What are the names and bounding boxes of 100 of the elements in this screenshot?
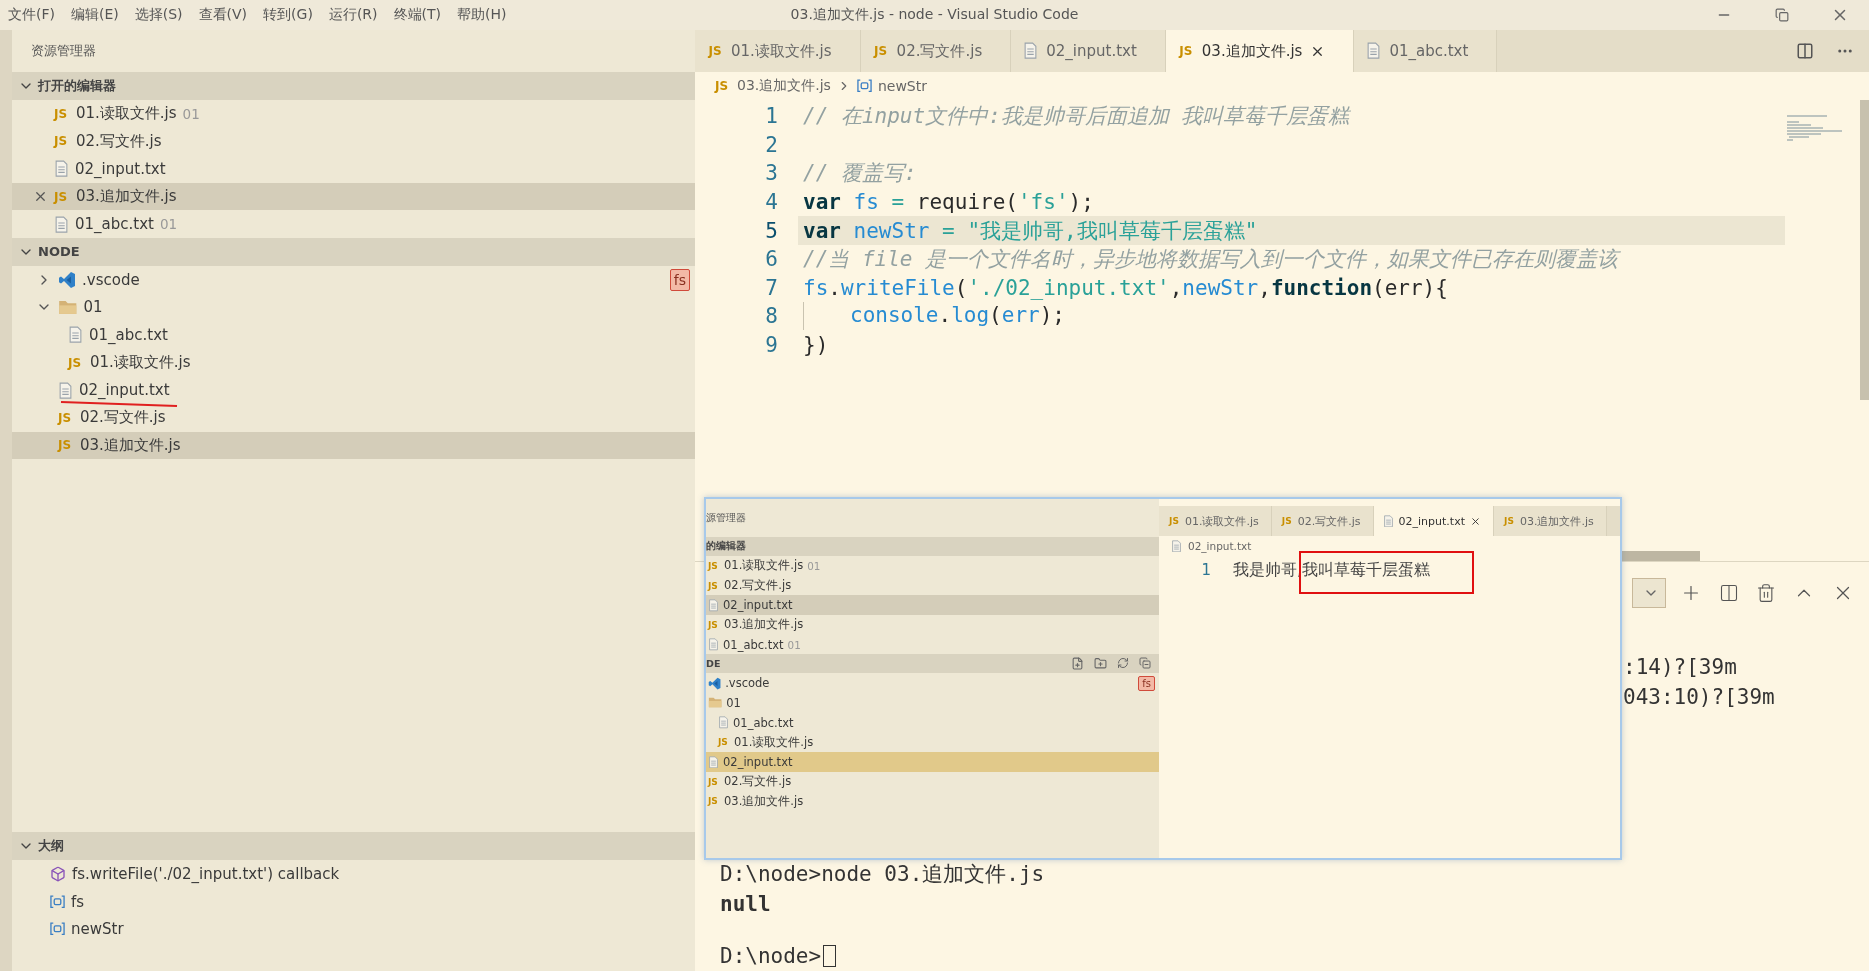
open-editor-item[interactable]: JS 01.读取文件.js 01 — [706, 556, 1159, 576]
cube-icon — [50, 866, 66, 882]
js-file-icon: JS — [1168, 516, 1180, 526]
refresh-icon[interactable] — [1117, 657, 1129, 670]
breadcrumb-item[interactable]: 02_input.txt — [1171, 539, 1252, 553]
collapse-icon[interactable] — [1139, 657, 1151, 670]
menu-item[interactable]: 终端(T) — [385, 0, 449, 30]
variable-icon — [856, 79, 872, 93]
line-number: 9 — [764, 333, 778, 358]
file-tree-item[interactable]: JS 03.追加文件.js — [12, 431, 695, 460]
js-file-icon: JS — [58, 438, 74, 453]
editor-tab[interactable]: JS 02.写文件.js — [1271, 506, 1374, 536]
outline-item[interactable]: fs.writeFile('./02_input.txt') callback — [12, 860, 695, 888]
file-tree-item[interactable]: JS 01.读取文件.js — [12, 348, 695, 377]
vscode-icon — [58, 270, 76, 289]
editor-tab[interactable]: JS 01.读取文件.js — [695, 30, 861, 72]
section-header[interactable]: NODE — [12, 237, 695, 266]
js-file-icon: JS — [68, 355, 84, 370]
line-number: 4 — [764, 190, 778, 215]
code-line: }) — [802, 333, 829, 358]
js-file-icon: JS — [708, 619, 720, 630]
js-file-icon: JS — [715, 79, 731, 93]
vscode-icon — [708, 676, 722, 690]
code-line: var newStr = "我是帅哥,我叫草莓千层蛋糕" — [802, 217, 1258, 245]
file-tree-item[interactable]: 01 — [706, 693, 1159, 713]
file-tree-item[interactable]: .vscode fs — [12, 265, 695, 294]
file-tree-item[interactable]: .vscode fs — [706, 673, 1159, 694]
document-icon — [708, 598, 719, 612]
section-title: DE — [706, 658, 721, 670]
new-file-icon[interactable] — [1071, 657, 1084, 671]
close-icon[interactable] — [1470, 515, 1481, 527]
file-tree-item[interactable]: JS 02.写文件.js — [706, 771, 1159, 792]
menu-item[interactable]: 运行(R) — [320, 0, 386, 30]
document-icon — [1171, 539, 1182, 553]
code-line: 我是帅哥,我叫草莓千层蛋糕 — [1233, 559, 1431, 581]
new-folder-icon[interactable] — [1094, 657, 1107, 671]
editor-tab[interactable]: 02_input.txt — [1011, 30, 1166, 72]
open-editor-item[interactable]: JS 02.写文件.js — [12, 127, 695, 156]
file-tree-item[interactable]: 01 — [12, 293, 695, 322]
document-icon — [58, 381, 73, 399]
code-line: fs.writeFile('./02_input.txt',newStr,function(err){ — [802, 275, 1448, 300]
file-tree-item[interactable]: 02_input.txt — [706, 752, 1159, 772]
code-line: // 覆盖写: — [802, 160, 917, 188]
outline-item[interactable]: fs — [12, 887, 695, 916]
editor-tab[interactable]: JS 03.追加文件.js — [1494, 506, 1607, 536]
file-tree-item[interactable]: JS 01.读取文件.js — [706, 732, 1159, 753]
js-file-icon: JS — [1503, 516, 1515, 526]
js-file-icon: JS — [1280, 516, 1293, 526]
open-editor-item[interactable]: 02_input.txt — [706, 595, 1159, 616]
folder-icon — [58, 299, 78, 315]
section-header[interactable]: 的编辑器 — [706, 537, 1159, 556]
breadcrumb-item[interactable]: newStr — [856, 78, 927, 94]
terminal-line: 043:10)?[39m — [1623, 684, 1776, 711]
code-line: //当 file 是一个文件名时，异步地将数据写入到一个文件，如果文件已存在则覆盖该 — [802, 246, 1619, 274]
file-tree-item[interactable]: 01_abc.txt — [12, 321, 695, 349]
open-editor-item[interactable]: 01_abc.txt 01 — [706, 634, 1159, 655]
file-tree-item[interactable]: JS 02.写文件.js — [12, 403, 695, 432]
menu-item[interactable]: 选择(S) — [126, 0, 191, 30]
variable-icon — [50, 894, 65, 909]
menu-item[interactable]: 转到(G) — [255, 0, 321, 30]
open-editor-item[interactable]: JS 01.读取文件.js 01 — [12, 100, 695, 128]
open-editor-item[interactable]: 02_input.txt — [12, 155, 695, 183]
js-file-icon: JS — [708, 580, 720, 591]
text-cursor — [823, 945, 837, 967]
terminal-line: D:\node> — [720, 943, 822, 970]
editor-tab[interactable]: JS 02.写文件.js — [860, 30, 1012, 72]
open-editor-item[interactable]: 01_abc.txt 01 — [12, 210, 695, 238]
file-tree-item[interactable]: JS 03.追加文件.js — [706, 791, 1159, 812]
window-title: 03.追加文件.js - node - Visual Studio Code — [790, 6, 1079, 24]
restore-icon[interactable] — [1775, 8, 1789, 22]
section-header[interactable]: 大纲 — [12, 832, 695, 861]
code-line: var fs = require('fs'); — [802, 190, 1094, 215]
open-editor-item[interactable]: JS 03.追加文件.js — [706, 615, 1159, 635]
file-tree-item[interactable]: 01_abc.txt — [706, 712, 1159, 733]
menu-item[interactable]: 文件(F) — [0, 0, 63, 30]
scrollbar-thumb[interactable] — [1620, 551, 1700, 561]
open-editor-item[interactable]: JS 03.追加文件.js — [12, 182, 695, 211]
document-icon — [54, 215, 69, 233]
outline-item[interactable]: newStr — [12, 915, 695, 943]
js-file-icon: JS — [58, 410, 74, 425]
editor-tab[interactable]: JS 01.读取文件.js — [1159, 506, 1272, 536]
section-header[interactable]: DE — [706, 654, 1159, 674]
folder-icon — [708, 697, 723, 709]
menu-item[interactable]: 查看(V) — [190, 0, 256, 30]
section-header[interactable]: 打开的编辑器 — [12, 72, 695, 100]
editor-tab[interactable]: JS 03.追加文件.js — [1165, 30, 1355, 72]
terminal-line: null — [720, 891, 772, 918]
menu-item[interactable]: 帮助(H) — [449, 0, 515, 30]
editor-tab[interactable]: 01_abc.txt — [1354, 30, 1498, 72]
editor-tab[interactable]: 02_input.txt — [1373, 506, 1494, 536]
scrollbar-thumb[interactable] — [1860, 100, 1869, 400]
open-editor-item[interactable]: JS 02.写文件.js — [706, 575, 1159, 596]
document-icon — [68, 326, 83, 344]
menu-item[interactable]: 编辑(E) — [63, 0, 127, 30]
breadcrumb-item[interactable]: JS 03.追加文件.js — [715, 77, 831, 95]
document-icon — [54, 160, 69, 178]
js-file-icon: JS — [54, 134, 70, 149]
js-file-icon: JS — [708, 560, 720, 571]
file-tree-item[interactable]: 02_input.txt — [12, 376, 695, 404]
document-icon — [718, 716, 729, 729]
